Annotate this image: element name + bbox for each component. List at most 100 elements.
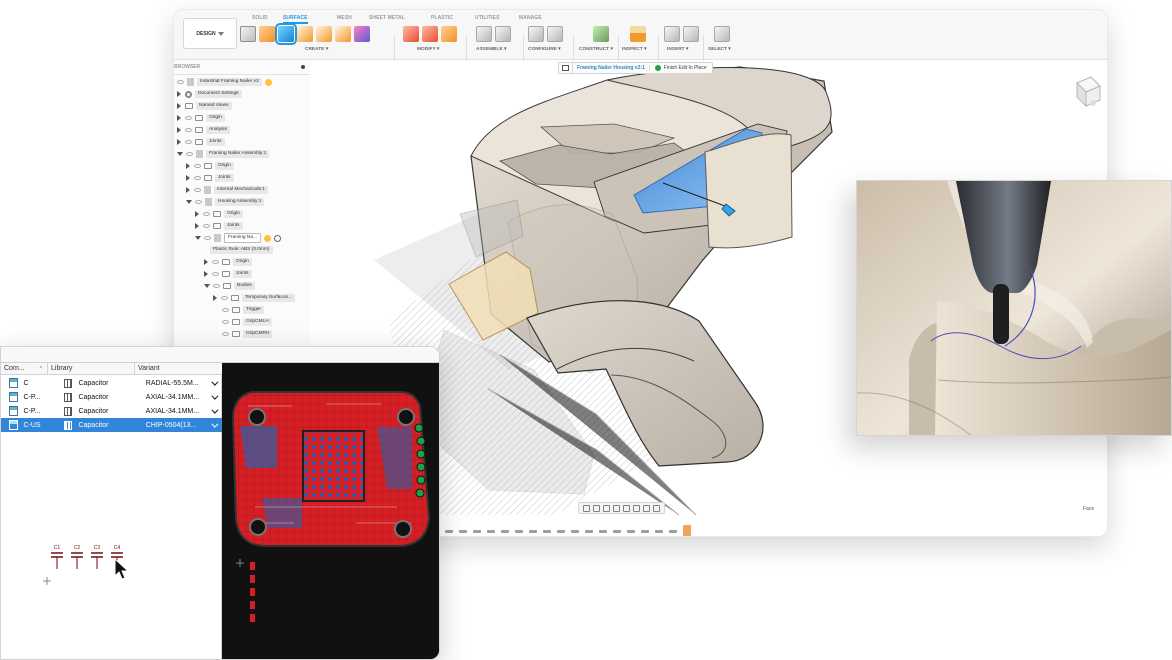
eye-icon[interactable] <box>185 140 192 144</box>
eye-icon[interactable] <box>222 308 229 312</box>
eye-icon[interactable] <box>212 260 219 264</box>
eye-icon[interactable] <box>194 188 201 192</box>
finish-edit-button[interactable]: Finish Edit In Place <box>648 65 712 71</box>
grid-icon[interactable] <box>643 504 650 512</box>
chevron-right-icon[interactable] <box>177 139 182 145</box>
eye-icon[interactable] <box>222 332 229 336</box>
chevron-right-icon[interactable] <box>186 187 191 193</box>
tree-root-document[interactable]: Industrial Framing Nailer v3 <box>177 77 272 87</box>
zoom-icon[interactable] <box>613 504 620 512</box>
chevron-right-icon[interactable] <box>186 163 191 169</box>
chevron-right-icon[interactable] <box>177 103 182 109</box>
timeline-marker[interactable] <box>669 529 678 533</box>
component-breadcrumb-icon[interactable] <box>559 63 573 73</box>
eye-icon[interactable] <box>195 200 202 204</box>
orbit-icon[interactable] <box>583 504 590 512</box>
timeline-marker[interactable] <box>599 529 608 533</box>
chevron-down-icon[interactable] <box>211 392 219 400</box>
tree-internal-mechanicals[interactable]: Internal Mechanicals:1 <box>186 185 268 195</box>
timeline-marker[interactable] <box>613 529 622 533</box>
tree-joints[interactable]: Joints <box>195 221 243 231</box>
capacitor-symbol[interactable] <box>91 552 103 569</box>
timeline-end-icon[interactable] <box>683 525 692 536</box>
chevron-down-icon[interactable] <box>195 236 201 240</box>
timeline-marker[interactable] <box>445 529 454 533</box>
capacitor-symbol[interactable] <box>51 552 63 569</box>
tree-joints[interactable]: Joints <box>204 269 252 279</box>
timeline-marker[interactable] <box>487 529 496 533</box>
eye-icon[interactable] <box>186 152 193 156</box>
tree-housing-assembly[interactable]: Housing Assembly:1 <box>186 197 265 207</box>
component-row[interactable]: C-P... Capacitor AXIAL-34.1MM... <box>1 404 222 418</box>
fit-icon[interactable] <box>623 504 630 512</box>
chevron-right-icon[interactable] <box>204 271 209 277</box>
capacitor-symbol[interactable] <box>71 552 83 569</box>
column-component[interactable]: Com... ⌃ <box>1 363 48 374</box>
eye-icon[interactable] <box>185 128 192 132</box>
timeline-marker[interactable] <box>515 529 524 533</box>
timeline-marker[interactable] <box>557 529 566 533</box>
view-cube-icon[interactable] <box>1068 74 1102 108</box>
look-at-icon[interactable] <box>593 504 600 512</box>
chevron-down-icon[interactable] <box>204 284 210 288</box>
chevron-down-icon[interactable] <box>211 406 219 414</box>
timeline-marker[interactable] <box>459 529 468 533</box>
chevron-right-icon[interactable] <box>177 115 182 121</box>
chevron-right-icon[interactable] <box>177 127 182 133</box>
eye-icon[interactable] <box>185 116 192 120</box>
target-icon[interactable] <box>274 234 282 242</box>
pan-icon[interactable] <box>603 504 610 512</box>
eye-icon[interactable] <box>177 80 184 84</box>
tree-framing-nailer-active[interactable]: Framing Na... <box>195 233 282 243</box>
tree-joints[interactable]: Joints <box>186 173 234 183</box>
timeline-marker[interactable] <box>655 529 664 533</box>
tree-trigger[interactable]: Trigger <box>222 305 265 315</box>
tree-framing-nailer-assembly[interactable]: Framing Nailer Assembly:1 <box>177 149 270 159</box>
viewport-icon[interactable] <box>653 504 660 512</box>
component-row[interactable]: C-P... Capacitor AXIAL-34.1MM... <box>1 390 222 404</box>
timeline-marker[interactable] <box>627 529 636 533</box>
tree-bodies[interactable]: Bodies <box>204 281 255 291</box>
chevron-right-icon[interactable] <box>195 223 200 229</box>
timeline-marker[interactable] <box>501 529 510 533</box>
eye-icon[interactable] <box>212 272 219 276</box>
chevron-right-icon[interactable] <box>186 175 191 181</box>
chevron-right-icon[interactable] <box>195 211 200 217</box>
timeline-marker[interactable] <box>585 529 594 533</box>
eye-icon[interactable] <box>213 284 220 288</box>
timeline-marker[interactable] <box>543 529 552 533</box>
browser-pin-icon[interactable] <box>301 65 305 69</box>
component-breadcrumb-link[interactable]: Framing Nailer Housing v2:1 <box>573 65 649 71</box>
eye-icon[interactable] <box>203 212 210 216</box>
timeline-marker[interactable] <box>529 529 538 533</box>
display-icon[interactable] <box>633 504 640 512</box>
tree-origin[interactable]: Origin <box>186 161 234 171</box>
timeline-marker[interactable] <box>473 529 482 533</box>
timeline-marker[interactable] <box>641 529 650 533</box>
tree-origin[interactable]: Origin <box>195 209 243 219</box>
chevron-down-icon[interactable] <box>177 152 183 156</box>
tree-joints[interactable]: Joints <box>177 137 225 147</box>
eye-icon[interactable] <box>194 164 201 168</box>
tree-document-settings[interactable]: Document Settings <box>177 89 242 99</box>
component-row[interactable]: C Capacitor RADIAL-55.5M... <box>1 376 222 390</box>
tree-grip-cmlh[interactable]: GripCMLH <box>222 317 272 327</box>
chevron-down-icon[interactable] <box>186 200 192 204</box>
tree-origin[interactable]: Origin <box>177 113 225 123</box>
eye-icon[interactable] <box>204 236 211 240</box>
tree-grip-cmrh[interactable]: GripCMRH <box>222 329 273 339</box>
eye-icon[interactable] <box>194 176 201 180</box>
tree-plastic-rule[interactable]: Plastic Rule: ABS (3.0mm) <box>210 245 273 255</box>
tree-analysis[interactable]: Analysis <box>177 125 230 135</box>
chevron-down-icon[interactable] <box>211 378 219 386</box>
column-variant[interactable]: Variant <box>135 363 222 374</box>
timeline-marker[interactable] <box>571 529 580 533</box>
tree-temporary-surface[interactable]: Temporary Surfacon... <box>213 293 296 303</box>
chevron-right-icon[interactable] <box>204 259 209 265</box>
eye-icon[interactable] <box>203 224 210 228</box>
column-library[interactable]: Library <box>48 363 135 374</box>
chevron-down-icon[interactable] <box>211 420 219 428</box>
eye-icon[interactable] <box>221 296 228 300</box>
component-row-selected[interactable]: C-US Capacitor CHIP-0504(13... <box>1 418 222 432</box>
eye-icon[interactable] <box>222 320 229 324</box>
